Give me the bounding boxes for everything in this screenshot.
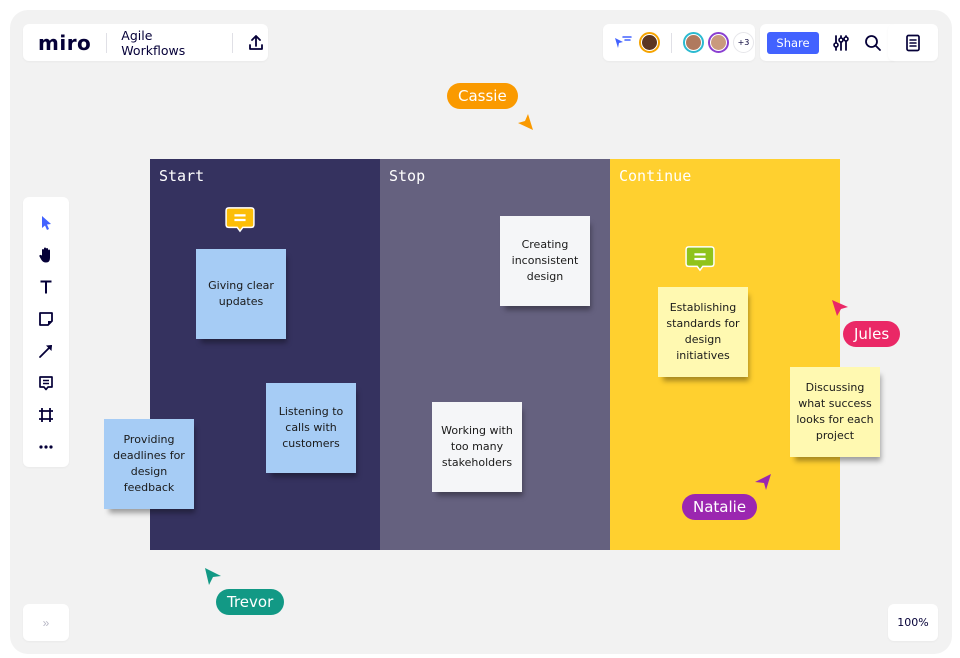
board-actions: Share — [760, 24, 897, 61]
comment-tool[interactable] — [32, 367, 60, 399]
hand-tool[interactable] — [32, 239, 60, 271]
sticky-note[interactable]: Creating inconsistent design — [500, 216, 590, 306]
sticky-note-icon — [39, 312, 53, 326]
miro-logo[interactable]: miro — [38, 31, 91, 55]
avatar-image — [711, 35, 726, 50]
divider — [106, 32, 108, 53]
select-pointer-icon — [42, 216, 51, 230]
sticky-note[interactable]: Establishing standards for design initia… — [658, 287, 748, 377]
follow-cursor-button[interactable] — [611, 31, 635, 55]
board-header: miro Agile Workflows — [23, 24, 268, 61]
column-title: Start — [159, 167, 205, 185]
column-title: Continue — [619, 167, 692, 185]
avatar[interactable] — [683, 32, 704, 53]
divider — [671, 32, 672, 53]
text-icon — [40, 280, 52, 294]
board-canvas[interactable]: miro Agile Workflows +3 Share Start Stop… — [10, 10, 952, 654]
avatar[interactable] — [708, 32, 729, 53]
cursor-pointer-icon — [518, 114, 533, 130]
more-tools-button[interactable] — [32, 431, 60, 463]
frame-tool[interactable] — [32, 399, 60, 431]
cursor-pointer-icon — [205, 568, 221, 585]
comment-bubble-icon[interactable] — [224, 207, 256, 233]
frame-icon — [39, 408, 53, 422]
comment-bubble-icon[interactable] — [684, 246, 716, 272]
more-collaborators-badge[interactable]: +3 — [733, 32, 754, 53]
select-tool[interactable] — [32, 207, 60, 239]
settings-button[interactable] — [829, 31, 853, 55]
share-button[interactable]: Share — [767, 31, 819, 54]
cursor-follow-icon — [615, 35, 632, 48]
board-title[interactable]: Agile Workflows — [121, 28, 218, 58]
notes-button[interactable] — [888, 24, 938, 61]
cursor-label-jules: Jules — [843, 321, 901, 347]
cursor-label-cassie: Cassie — [447, 83, 518, 109]
divider — [232, 32, 234, 53]
upload-icon — [249, 34, 264, 50]
hand-icon — [39, 247, 50, 263]
avatar-image — [642, 35, 657, 50]
arrow-tool[interactable] — [32, 335, 60, 367]
avatar-image — [686, 35, 701, 50]
collaborators-panel: +3 — [603, 24, 755, 61]
sticky-note[interactable]: Listening to calls with customers — [266, 383, 356, 473]
text-tool[interactable] — [32, 271, 60, 303]
search-button[interactable] — [861, 31, 885, 55]
more-icon — [39, 445, 53, 449]
avatar[interactable] — [639, 32, 660, 53]
cursor-pointer-icon — [832, 300, 848, 316]
search-icon — [865, 34, 881, 51]
expand-panel-button[interactable]: » — [23, 604, 69, 641]
sticky-note[interactable]: Working with too many stakeholders — [432, 402, 522, 492]
zoom-level[interactable]: 100% — [888, 604, 938, 641]
column-title: Stop — [389, 167, 426, 185]
tools-toolbar — [23, 197, 69, 467]
sliders-icon — [833, 34, 849, 51]
upload-button[interactable] — [244, 31, 268, 55]
cursor-label-natalie: Natalie — [682, 494, 758, 520]
sticky-note[interactable]: Discussing what success looks for each p… — [790, 367, 880, 457]
document-icon — [906, 34, 920, 51]
sticky-note[interactable]: Providing deadlines for design feedback — [104, 419, 194, 509]
comment-icon — [39, 375, 53, 390]
arrow-icon — [39, 345, 52, 358]
sticky-note[interactable]: Giving clear updates — [196, 249, 286, 339]
sticky-note-tool[interactable] — [32, 303, 60, 335]
cursor-pointer-icon — [755, 474, 771, 490]
cursor-label-trevor: Trevor — [216, 589, 285, 615]
